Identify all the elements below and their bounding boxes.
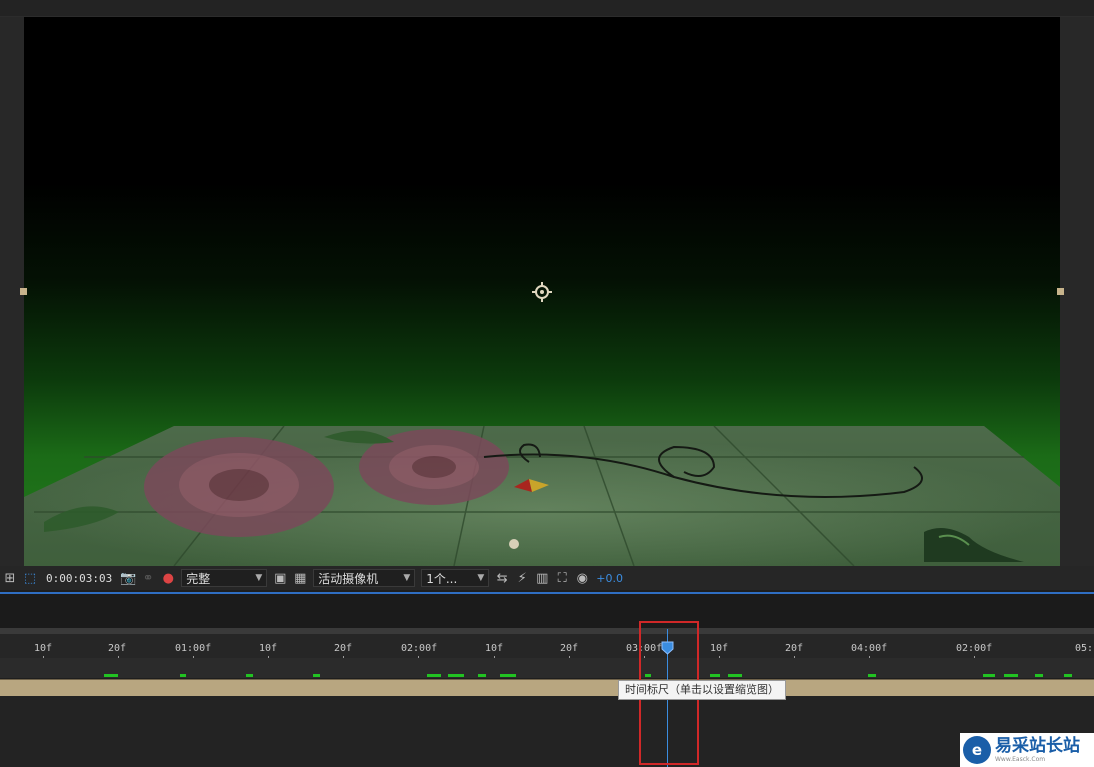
transparency-grid-icon[interactable]: ▦ bbox=[290, 568, 310, 588]
views-select[interactable]: 1个... ▼ bbox=[421, 569, 490, 587]
watermark-url: Www.Easck.Com bbox=[995, 756, 1046, 763]
exposure-reset-icon[interactable]: ◉ bbox=[572, 568, 592, 588]
chevron-down-icon: ▼ bbox=[255, 573, 263, 583]
keyframe-marker[interactable] bbox=[313, 674, 320, 677]
anchor-point-icon[interactable] bbox=[532, 282, 552, 302]
keyframe-marker[interactable] bbox=[500, 674, 516, 677]
resolution-value: 完整 bbox=[186, 571, 211, 586]
keyframe-marker[interactable] bbox=[246, 674, 253, 677]
timeline-header bbox=[0, 594, 1094, 628]
ruler-tick-label: 04:00f bbox=[851, 643, 888, 654]
show-snapshot-icon[interactable]: ⚭ bbox=[138, 568, 158, 588]
time-ruler[interactable]: 10f 20f 01:00f 10f 20f 02:00f 10f 20f 03… bbox=[0, 628, 1094, 662]
ruler-tick-label: 10f bbox=[710, 643, 729, 654]
time-ruler-tooltip: 时间标尺（单击以设置缩览图） bbox=[618, 680, 786, 700]
camera-value: 活动摄像机 bbox=[318, 571, 379, 586]
keyframe-marker[interactable] bbox=[427, 674, 441, 677]
keyframe-marker[interactable] bbox=[983, 674, 995, 677]
viewer-toolbar: ⊞ ⬚ 0:00:03:03 📷 ⚭ ● 完整 ▼ ▣ ▦ 活动摄像机 ▼ 1个… bbox=[0, 566, 1094, 590]
ruler-tick-label: 10f bbox=[34, 643, 53, 654]
ruler-tick-label: 05: bbox=[1075, 643, 1094, 654]
keyframe-marker[interactable] bbox=[710, 674, 720, 677]
keyframe-marker[interactable] bbox=[1004, 674, 1018, 677]
region-of-interest-icon[interactable]: ▣ bbox=[270, 568, 290, 588]
right-panel-edge bbox=[1060, 17, 1094, 566]
chevron-down-icon: ▼ bbox=[403, 573, 411, 583]
grid-guide-icon[interactable]: ⊞ bbox=[0, 568, 20, 588]
composition-viewer[interactable] bbox=[24, 17, 1060, 566]
flowchart-icon[interactable]: ⛶ bbox=[552, 568, 572, 588]
ruler-tick-label: 20f bbox=[334, 643, 353, 654]
site-watermark: e 易采站长站 Www.Easck.Com bbox=[960, 733, 1094, 767]
color-channel-icon[interactable]: ● bbox=[158, 568, 178, 588]
keyframe-marker[interactable] bbox=[478, 674, 486, 677]
fast-preview-icon[interactable]: ⚡ bbox=[512, 568, 532, 588]
timeline-icon[interactable]: ▥ bbox=[532, 568, 552, 588]
scene-render bbox=[24, 282, 1060, 566]
timeline-body bbox=[0, 696, 1094, 767]
camera-select[interactable]: 活动摄像机 ▼ bbox=[313, 569, 416, 587]
toggle-pixel-aspect-icon[interactable]: ⇆ bbox=[492, 568, 512, 588]
left-edge-handle[interactable] bbox=[20, 288, 27, 295]
keyframe-marker[interactable] bbox=[728, 674, 742, 677]
ruler-tick-label: 01:00f bbox=[175, 643, 212, 654]
keyframe-marker[interactable] bbox=[1035, 674, 1043, 677]
chevron-down-icon: ▼ bbox=[477, 573, 485, 583]
keyframe-marker[interactable] bbox=[868, 674, 876, 677]
site-logo-icon: e bbox=[963, 736, 991, 764]
ruler-tick-label: 10f bbox=[259, 643, 278, 654]
ruler-tick-label: 02:00f bbox=[401, 643, 438, 654]
resolution-select[interactable]: 完整 ▼ bbox=[181, 569, 268, 587]
exposure-value[interactable]: +0.0 bbox=[592, 572, 623, 585]
keyframe-marker-row bbox=[0, 658, 1094, 678]
ruler-tick-label: 02:00f bbox=[956, 643, 993, 654]
camera-point-of-interest-icon[interactable] bbox=[509, 539, 519, 549]
keyframe-marker[interactable] bbox=[448, 674, 464, 677]
layer-duration-bar[interactable] bbox=[0, 679, 1094, 697]
ruler-tick-label: 20f bbox=[108, 643, 127, 654]
views-value: 1个... bbox=[426, 571, 458, 586]
keyframe-marker[interactable] bbox=[1064, 674, 1072, 677]
camera-snapshot-icon[interactable]: 📷 bbox=[118, 568, 138, 588]
right-edge-handle[interactable] bbox=[1057, 288, 1064, 295]
watermark-title: 易采站长站 bbox=[995, 736, 1080, 756]
top-panel-bar bbox=[0, 0, 1094, 17]
keyframe-marker[interactable] bbox=[104, 674, 118, 677]
ruler-tick-label: 10f bbox=[485, 643, 504, 654]
timecode-display[interactable]: 0:00:03:03 bbox=[40, 572, 118, 585]
keyframe-marker[interactable] bbox=[180, 674, 186, 677]
mask-toggle-icon[interactable]: ⬚ bbox=[20, 568, 40, 588]
ruler-tick-label: 20f bbox=[560, 643, 579, 654]
ruler-tick-label: 20f bbox=[785, 643, 804, 654]
